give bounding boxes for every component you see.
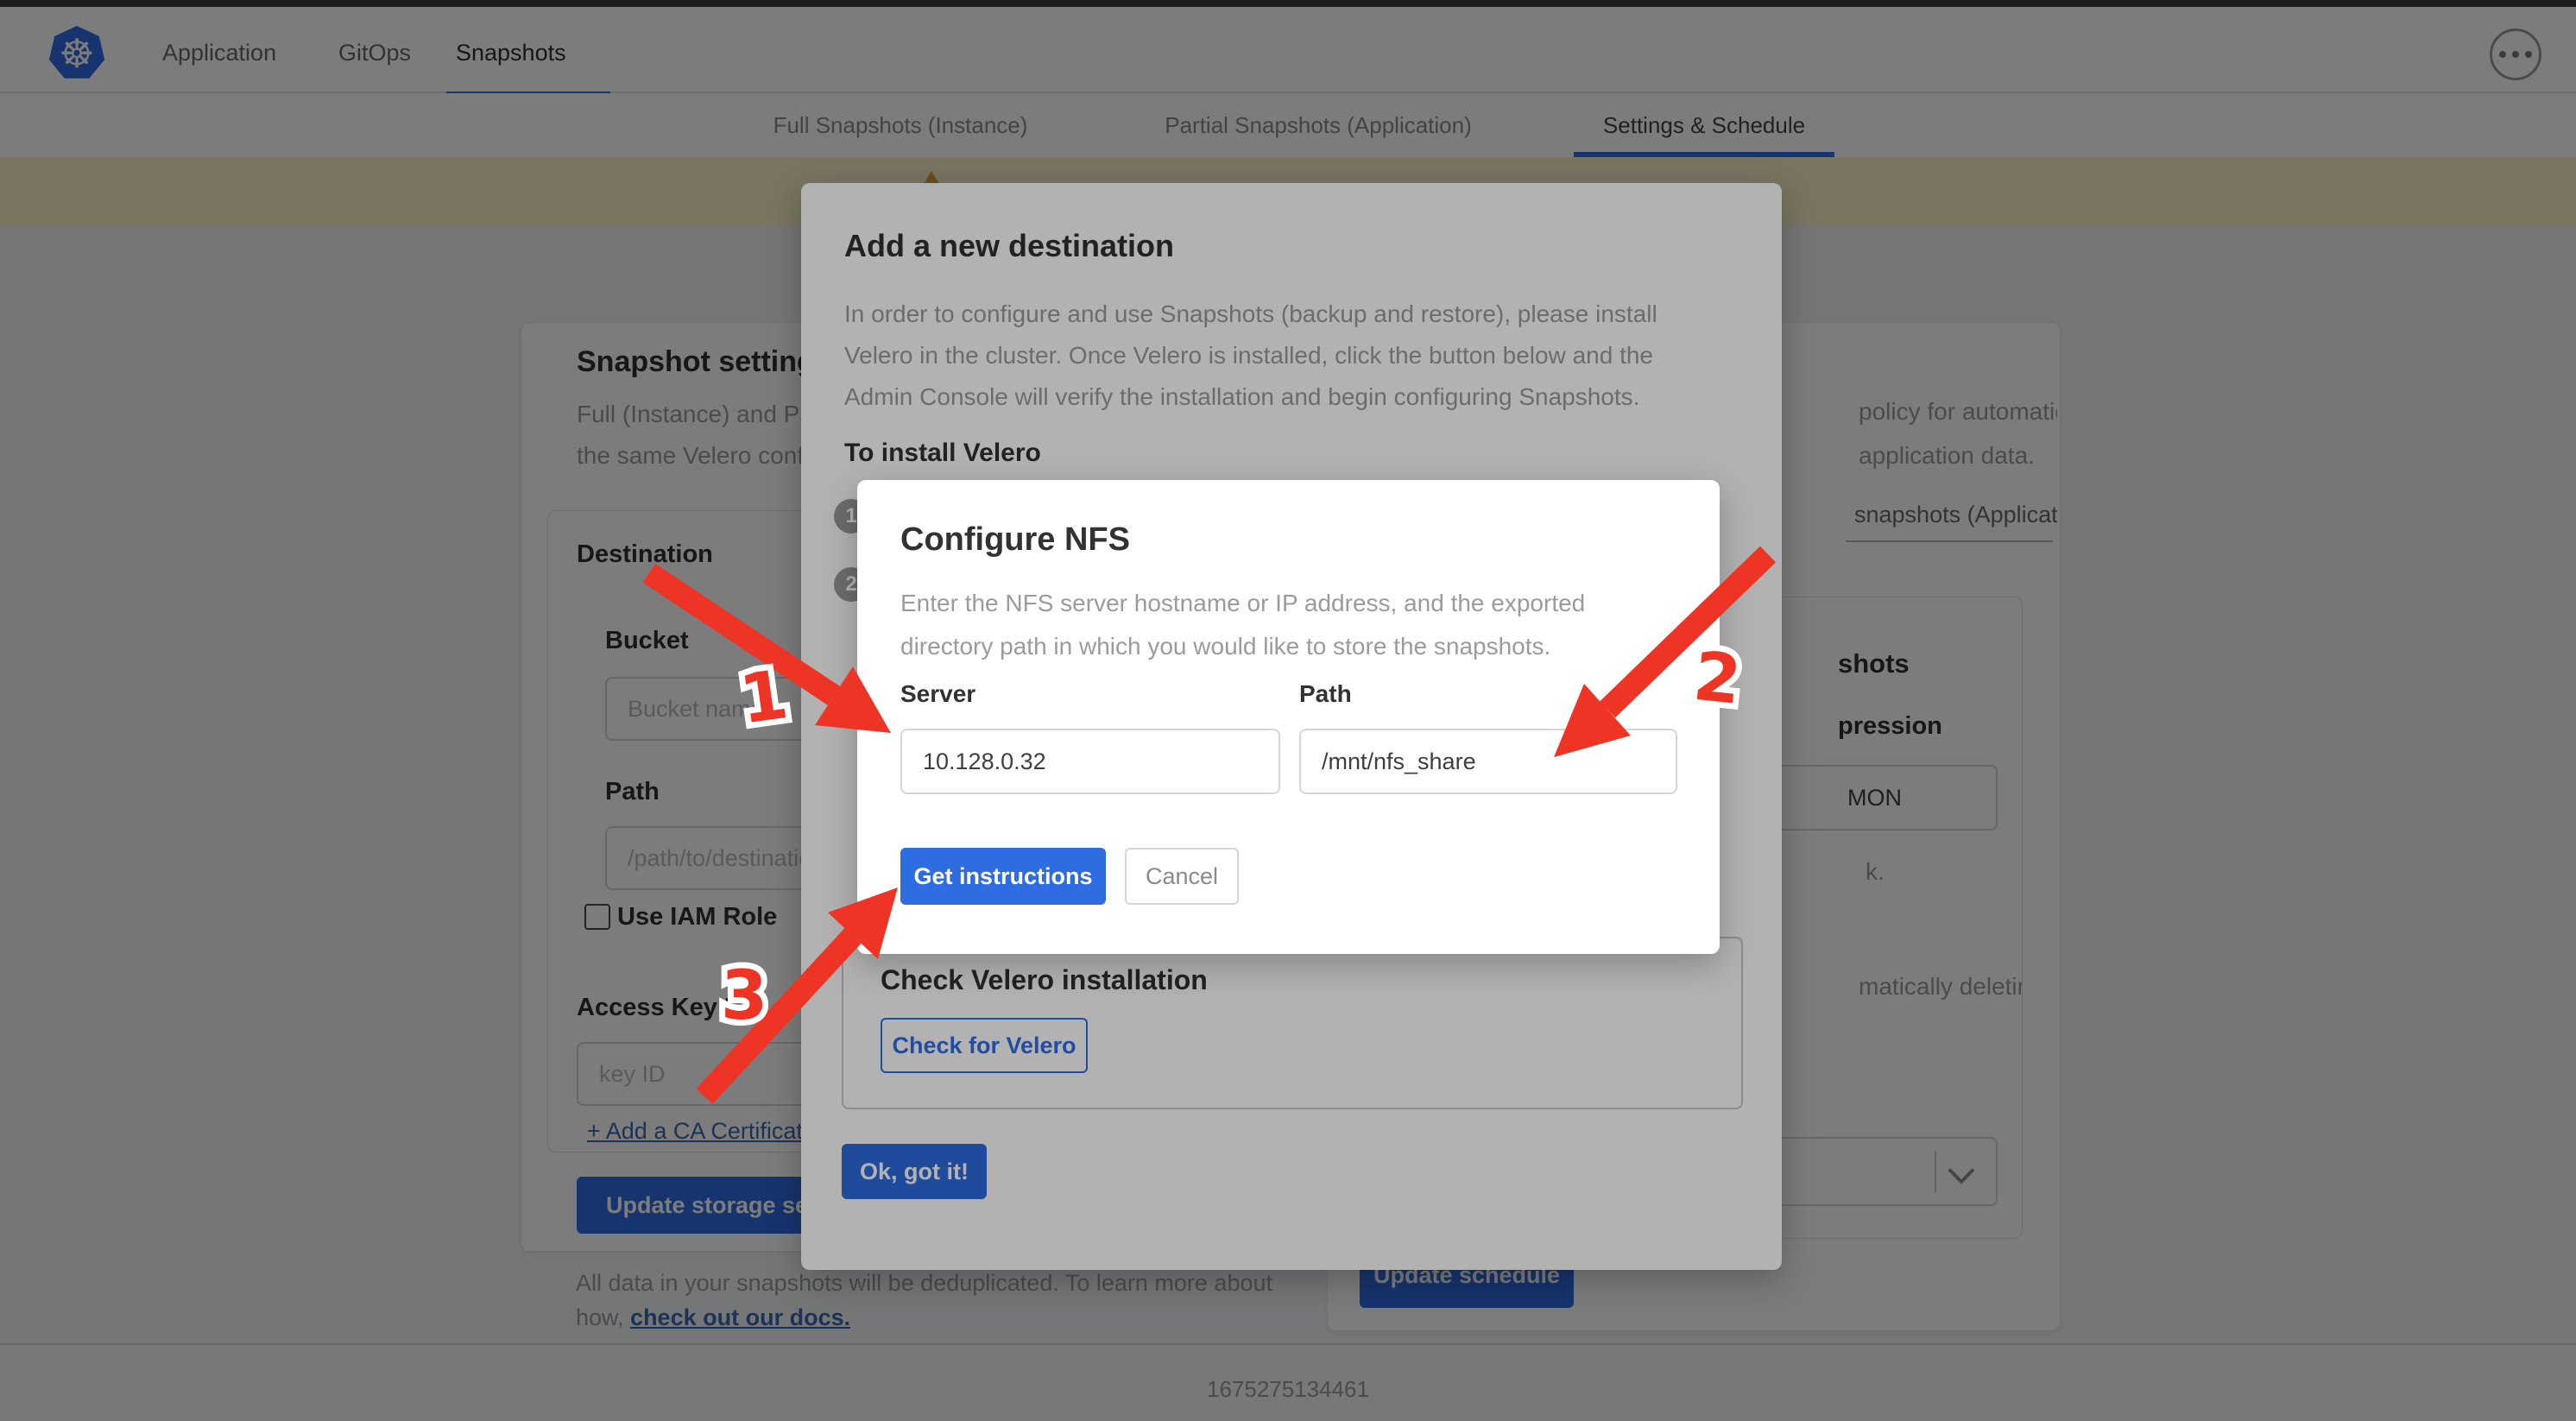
nfs-path-input[interactable]	[1299, 729, 1677, 794]
configure-nfs-modal: Configure NFS Enter the NFS server hostn…	[857, 480, 1720, 954]
nfs-path-label: Path	[1299, 680, 1352, 708]
cancel-button[interactable]: Cancel	[1125, 848, 1239, 905]
configure-nfs-title: Configure NFS	[900, 521, 1130, 559]
admin-console-screen: ☸ Application GitOps Snapshots Full Snap…	[0, 0, 2576, 1421]
nfs-body-line2: directory path in which you would like t…	[900, 625, 1585, 668]
get-instructions-button[interactable]: Get instructions	[900, 848, 1106, 905]
nfs-server-input[interactable]	[900, 729, 1280, 794]
nfs-body-line1: Enter the NFS server hostname or IP addr…	[900, 582, 1585, 625]
nfs-server-label: Server	[900, 680, 975, 708]
